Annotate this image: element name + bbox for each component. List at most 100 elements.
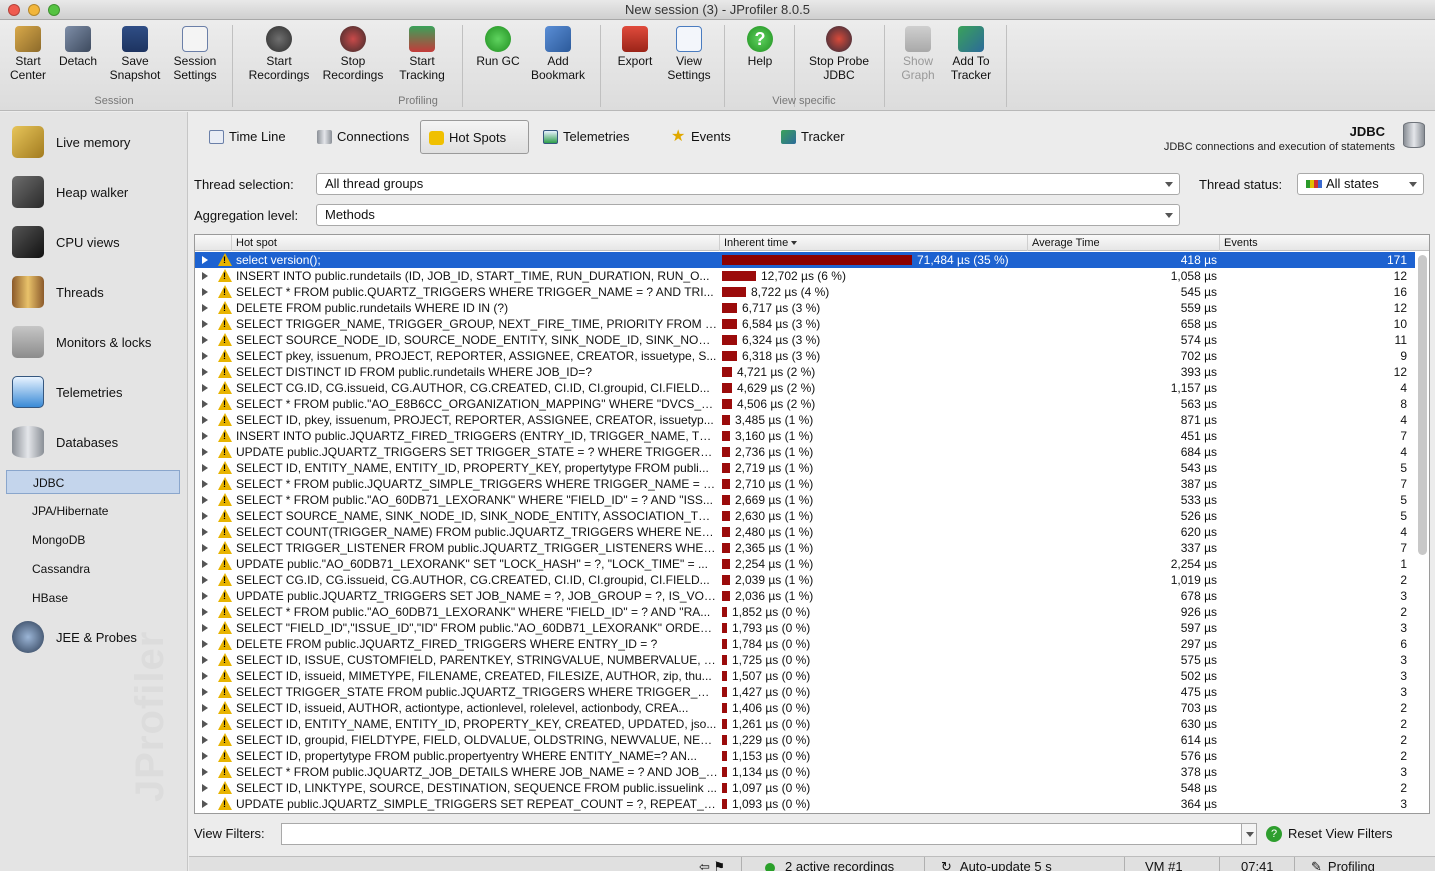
sidebar-item-jee-probes[interactable]: JEE & Probes <box>12 617 182 657</box>
expand-arrow-icon[interactable] <box>202 512 208 520</box>
expand-arrow-icon[interactable] <box>202 320 208 328</box>
expand-arrow-icon[interactable] <box>202 368 208 376</box>
expand-arrow-icon[interactable] <box>202 576 208 584</box>
thread-selection-dropdown[interactable]: All thread groups <box>316 173 1180 195</box>
session-settings-button[interactable]: Session Settings <box>168 26 222 88</box>
expand-arrow-icon[interactable] <box>202 272 208 280</box>
expand-arrow-icon[interactable] <box>202 496 208 504</box>
view-settings-button[interactable]: View Settings <box>664 26 714 88</box>
table-row[interactable]: SELECT ID, ISSUE, CUSTOMFIELD, PARENTKEY… <box>195 652 1415 668</box>
expand-arrow-icon[interactable] <box>202 720 208 728</box>
expand-arrow-icon[interactable] <box>202 448 208 456</box>
start-recordings-button[interactable]: Start Recordings <box>246 26 312 88</box>
status-navigation-icon[interactable]: ⇦ ⚑ <box>699 859 725 871</box>
close-window-button[interactable] <box>8 4 20 16</box>
table-row[interactable]: SELECT * FROM public.JQUARTZ_JOB_DETAILS… <box>195 764 1415 780</box>
sidebar-item-cassandra[interactable]: Cassandra <box>6 557 180 581</box>
table-row[interactable]: SELECT SOURCE_NAME, SINK_NODE_ID, SINK_N… <box>195 508 1415 524</box>
minimize-window-button[interactable] <box>28 4 40 16</box>
vertical-scrollbar[interactable] <box>1418 255 1427 555</box>
table-row[interactable]: SELECT ID, propertytype FROM public.prop… <box>195 748 1415 764</box>
column-header-events[interactable]: Events <box>1219 235 1409 251</box>
table-row[interactable]: SELECT ID, ENTITY_NAME, ENTITY_ID, PROPE… <box>195 460 1415 476</box>
aggregation-level-dropdown[interactable]: Methods <box>316 204 1180 226</box>
expand-arrow-icon[interactable] <box>202 768 208 776</box>
sidebar-item-monitors-locks[interactable]: Monitors & locks <box>12 322 182 362</box>
start-center-button[interactable]: Start Center <box>6 26 50 88</box>
expand-arrow-icon[interactable] <box>202 352 208 360</box>
table-row[interactable]: SELECT pkey, issuenum, PROJECT, REPORTER… <box>195 348 1415 364</box>
table-row[interactable]: SELECT * FROM public.JQUARTZ_SIMPLE_TRIG… <box>195 476 1415 492</box>
status-active-recordings[interactable]: 2 active recordings <box>765 859 894 871</box>
add-to-tracker-button[interactable]: Add To Tracker <box>946 26 996 88</box>
expand-arrow-icon[interactable] <box>202 336 208 344</box>
table-row[interactable]: SELECT * FROM public."AO_60DB71_LEXORANK… <box>195 492 1415 508</box>
expand-arrow-icon[interactable] <box>202 784 208 792</box>
stop-recordings-button[interactable]: Stop Recordings <box>320 26 386 88</box>
table-row[interactable]: UPDATE public."AO_60DB71_LEXORANK" SET "… <box>195 556 1415 572</box>
table-row[interactable]: SELECT * FROM public."AO_E8B6CC_ORGANIZA… <box>195 396 1415 412</box>
view-filters-input[interactable] <box>281 823 1246 845</box>
help-button[interactable]: ? Help <box>738 26 782 88</box>
sidebar-item-threads[interactable]: Threads <box>12 272 182 312</box>
tab-tracker[interactable]: Tracker <box>773 120 859 154</box>
table-row[interactable]: select version(); 71,484 µs (35 %) 418 µs 1… <box>195 252 1415 268</box>
column-header-inherent-time[interactable]: Inherent time <box>719 235 1027 251</box>
expand-arrow-icon[interactable] <box>202 640 208 648</box>
sidebar-item-jdbc[interactable]: JDBC <box>6 470 180 494</box>
column-header-average-time[interactable]: Average Time <box>1027 235 1219 251</box>
expand-arrow-icon[interactable] <box>202 480 208 488</box>
sidebar-item-telemetries[interactable]: Telemetries <box>12 372 182 412</box>
table-row[interactable]: SELECT TRIGGER_LISTENER FROM public.JQUA… <box>195 540 1415 556</box>
detach-button[interactable]: Detach <box>56 26 100 88</box>
expand-arrow-icon[interactable] <box>202 752 208 760</box>
table-row[interactable]: SELECT CG.ID, CG.issueid, CG.AUTHOR, CG.… <box>195 380 1415 396</box>
table-row[interactable]: SELECT ID, pkey, issuenum, PROJECT, REPO… <box>195 412 1415 428</box>
thread-status-dropdown[interactable]: All states <box>1297 173 1424 195</box>
expand-arrow-icon[interactable] <box>202 544 208 552</box>
expand-arrow-icon[interactable] <box>202 800 208 808</box>
table-row[interactable]: SELECT ID, LINKTYPE, SOURCE, DESTINATION… <box>195 780 1415 796</box>
sidebar-item-cpu-views[interactable]: CPU views <box>12 222 182 262</box>
tab-hot-spots[interactable]: Hot Spots <box>420 120 529 154</box>
expand-arrow-icon[interactable] <box>202 384 208 392</box>
tab-events[interactable]: ★ Events <box>663 120 745 154</box>
tab-telemetries[interactable]: Telemetries <box>535 120 643 154</box>
sidebar-item-jpa-hibernate[interactable]: JPA/Hibernate <box>6 499 180 523</box>
table-row[interactable]: SELECT * FROM public.QUARTZ_TRIGGERS WHE… <box>195 284 1415 300</box>
expand-arrow-icon[interactable] <box>202 688 208 696</box>
tab-connections[interactable]: Connections <box>309 120 423 154</box>
show-graph-button[interactable]: Show Graph <box>896 26 940 88</box>
table-row[interactable]: SELECT ID, issueid, MIMETYPE, FILENAME, … <box>195 668 1415 684</box>
table-row[interactable]: SELECT * FROM public."AO_60DB71_LEXORANK… <box>195 604 1415 620</box>
tab-time-line[interactable]: Time Line <box>201 120 300 154</box>
table-row[interactable]: SELECT "FIELD_ID","ISSUE_ID","ID" FROM p… <box>195 620 1415 636</box>
expand-arrow-icon[interactable] <box>202 624 208 632</box>
expand-arrow-icon[interactable] <box>202 704 208 712</box>
sidebar-item-live-memory[interactable]: Live memory <box>12 122 182 162</box>
expand-arrow-icon[interactable] <box>202 656 208 664</box>
table-row[interactable]: UPDATE public.JQUARTZ_TRIGGERS SET TRIGG… <box>195 444 1415 460</box>
expand-arrow-icon[interactable] <box>202 672 208 680</box>
add-bookmark-button[interactable]: Add Bookmark <box>530 26 586 88</box>
expand-arrow-icon[interactable] <box>202 560 208 568</box>
table-row[interactable]: SELECT ID, ENTITY_NAME, ENTITY_ID, PROPE… <box>195 716 1415 732</box>
expand-arrow-icon[interactable] <box>202 608 208 616</box>
expand-arrow-icon[interactable] <box>202 464 208 472</box>
table-row[interactable]: SELECT SOURCE_NODE_ID, SOURCE_NODE_ENTIT… <box>195 332 1415 348</box>
table-row[interactable]: SELECT TRIGGER_STATE FROM public.JQUARTZ… <box>195 684 1415 700</box>
reset-view-filters-button[interactable]: ? Reset View Filters <box>1266 825 1393 843</box>
table-row[interactable]: SELECT COUNT(TRIGGER_NAME) FROM public.J… <box>195 524 1415 540</box>
stop-probe-jdbc-button[interactable]: Stop Probe JDBC <box>806 26 872 88</box>
table-row[interactable]: INSERT INTO public.JQUARTZ_FIRED_TRIGGER… <box>195 428 1415 444</box>
start-tracking-button[interactable]: Start Tracking <box>394 26 450 88</box>
run-gc-button[interactable]: Run GC <box>474 26 522 88</box>
expand-arrow-icon[interactable] <box>202 416 208 424</box>
expand-arrow-icon[interactable] <box>202 256 208 264</box>
table-row[interactable]: SELECT DISTINCT ID FROM public.rundetail… <box>195 364 1415 380</box>
sidebar-item-heap-walker[interactable]: Heap walker <box>12 172 182 212</box>
expand-arrow-icon[interactable] <box>202 736 208 744</box>
expand-arrow-icon[interactable] <box>202 288 208 296</box>
expand-arrow-icon[interactable] <box>202 528 208 536</box>
expand-arrow-icon[interactable] <box>202 432 208 440</box>
